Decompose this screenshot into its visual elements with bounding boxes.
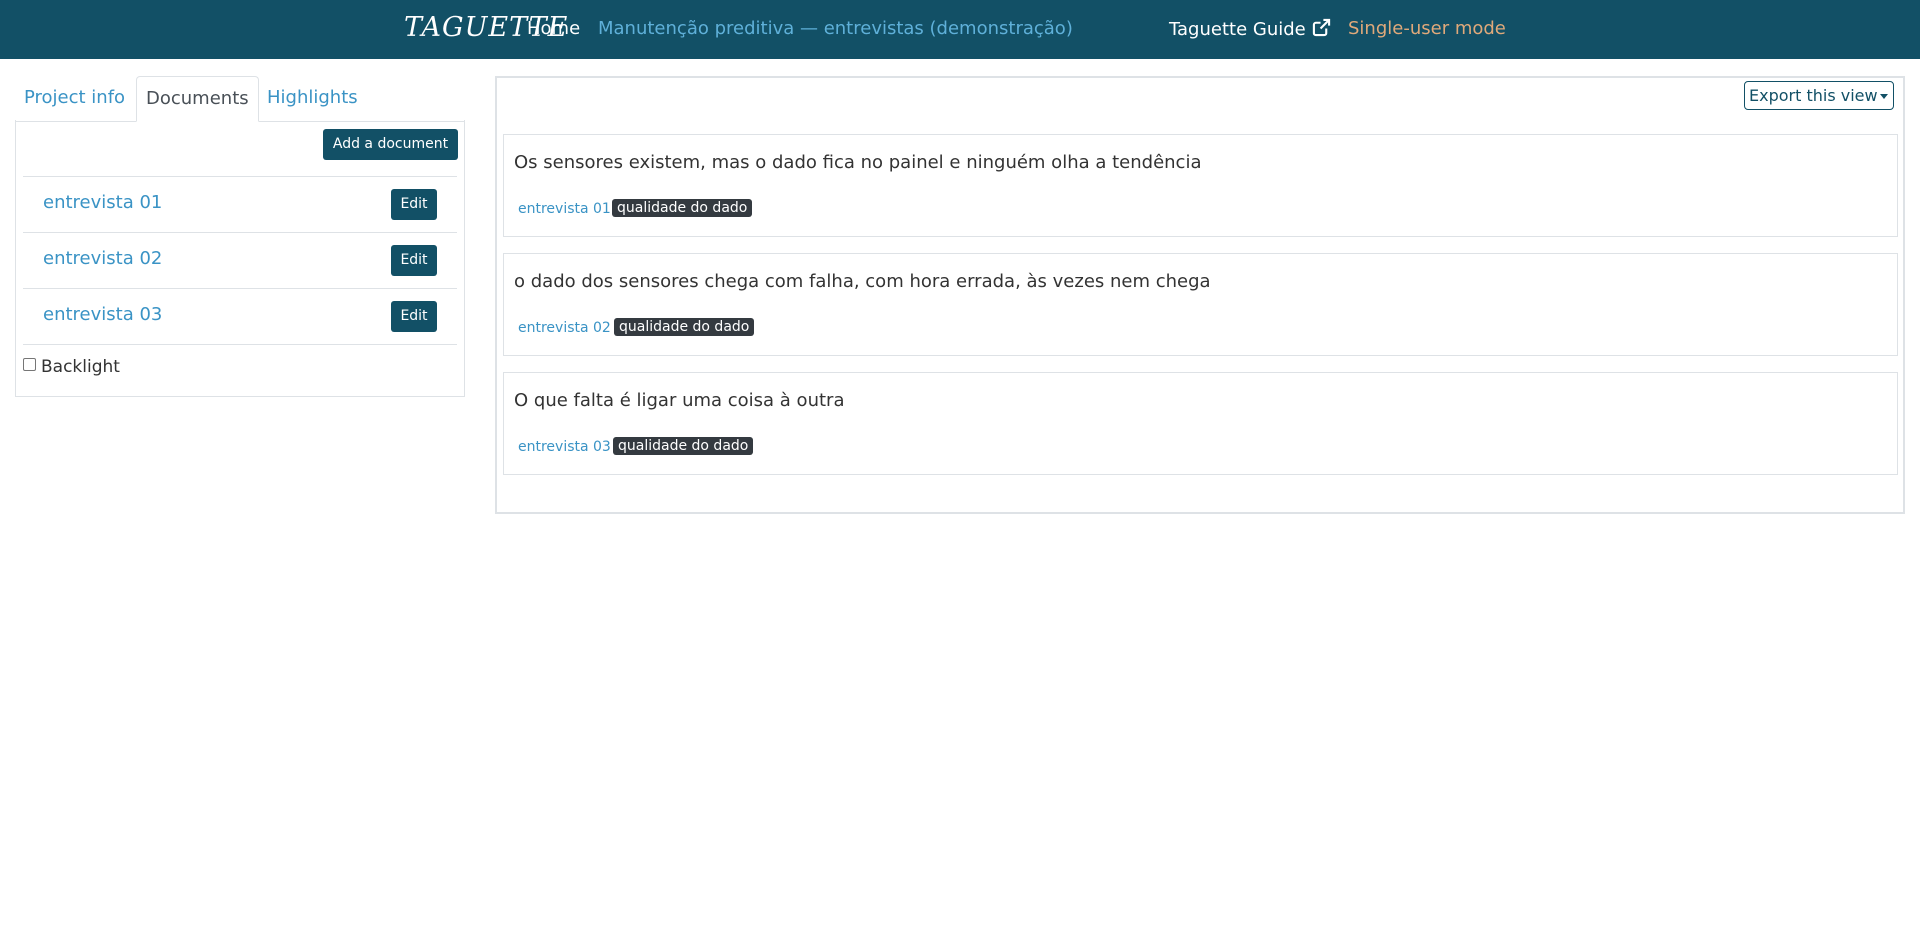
nav-project-link[interactable]: Manutenção preditiva — entrevistas (demo… bbox=[598, 18, 1073, 39]
tab-project-info[interactable]: Project info bbox=[15, 76, 134, 120]
nav-home-link[interactable]: Home bbox=[527, 18, 580, 39]
backlight-label: Backlight bbox=[41, 357, 120, 377]
document-link[interactable]: entrevista 01 bbox=[43, 192, 162, 213]
add-document-button[interactable]: Add a document bbox=[323, 129, 458, 160]
document-row: entrevista 03 Edit bbox=[23, 288, 457, 344]
divider bbox=[23, 344, 457, 345]
highlight-tag-badge[interactable]: qualidade do dado bbox=[612, 199, 753, 217]
external-link-icon bbox=[1312, 18, 1330, 37]
sidebar-tabs: Project info Documents Highlights bbox=[15, 76, 465, 122]
highlight-document-link[interactable]: entrevista 03 bbox=[514, 437, 615, 457]
highlight-document-link[interactable]: entrevista 01 bbox=[514, 199, 615, 219]
highlight-tag-badge[interactable]: qualidade do dado bbox=[614, 318, 755, 336]
highlight-text: o dado dos sensores chega com falha, com… bbox=[514, 271, 1211, 292]
document-link[interactable]: entrevista 03 bbox=[43, 304, 162, 325]
single-user-mode-label: Single-user mode bbox=[1348, 18, 1506, 39]
highlight-card: Os sensores existem, mas o dado fica no … bbox=[503, 134, 1898, 237]
tab-highlights[interactable]: Highlights bbox=[258, 76, 367, 120]
top-navbar: TAGUETTE Home Manutenção preditiva — ent… bbox=[0, 0, 1920, 59]
edit-document-button[interactable]: Edit bbox=[391, 189, 437, 220]
highlight-text: Os sensores existem, mas o dado fica no … bbox=[514, 152, 1202, 173]
highlight-card: o dado dos sensores chega com falha, com… bbox=[503, 253, 1898, 356]
documents-panel: Add a document entrevista 01 Edit entrev… bbox=[15, 120, 465, 397]
highlight-text: O que falta é ligar uma coisa à outra bbox=[514, 390, 845, 411]
backlight-toggle[interactable]: Backlight bbox=[23, 357, 120, 377]
document-row: entrevista 02 Edit bbox=[23, 232, 457, 288]
highlight-card: O que falta é ligar uma coisa à outra en… bbox=[503, 372, 1898, 475]
backlight-checkbox[interactable] bbox=[23, 358, 36, 371]
nav-guide-label: Taguette Guide bbox=[1169, 19, 1306, 40]
highlights-view: Export this view Os sensores existem, ma… bbox=[495, 76, 1905, 514]
highlight-tag-badge[interactable]: qualidade do dado bbox=[613, 437, 754, 455]
nav-guide-link[interactable]: Taguette Guide bbox=[1169, 18, 1331, 40]
document-row: entrevista 01 Edit bbox=[23, 176, 457, 232]
export-view-label: Export this view bbox=[1749, 86, 1878, 105]
tab-documents[interactable]: Documents bbox=[136, 76, 259, 122]
edit-document-button[interactable]: Edit bbox=[391, 301, 437, 332]
edit-document-button[interactable]: Edit bbox=[391, 245, 437, 276]
caret-down-icon bbox=[1880, 94, 1888, 99]
highlight-document-link[interactable]: entrevista 02 bbox=[514, 318, 615, 338]
document-link[interactable]: entrevista 02 bbox=[43, 248, 162, 269]
export-view-dropdown[interactable]: Export this view bbox=[1744, 81, 1894, 110]
